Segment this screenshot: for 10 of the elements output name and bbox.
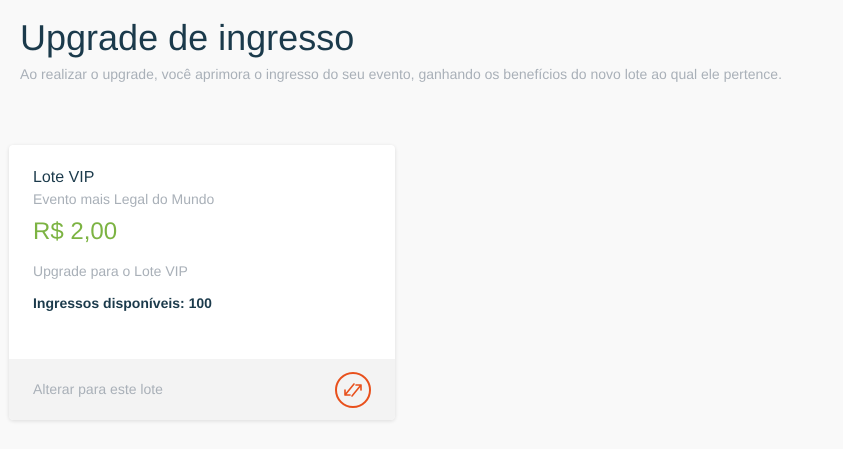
availability: Ingressos disponíveis: 100 — [33, 294, 212, 313]
diagonal-arrows-icon — [343, 382, 363, 398]
lot-description: Upgrade para o Lote VIP — [33, 262, 188, 281]
change-lot-button[interactable] — [335, 372, 371, 408]
page-title: Upgrade de ingresso — [20, 16, 354, 60]
event-name: Evento mais Legal do Mundo — [33, 190, 214, 209]
lot-price: R$ 2,00 — [33, 217, 118, 247]
page-subtitle: Ao realizar o upgrade, você aprimora o ingresso do seu evento, ganhando os benefícios do novo lote ao qual ele pertence. — [20, 65, 782, 84]
change-lot-label: Alterar para este lote — [33, 380, 163, 399]
lot-name: Lote VIP — [33, 168, 94, 188]
